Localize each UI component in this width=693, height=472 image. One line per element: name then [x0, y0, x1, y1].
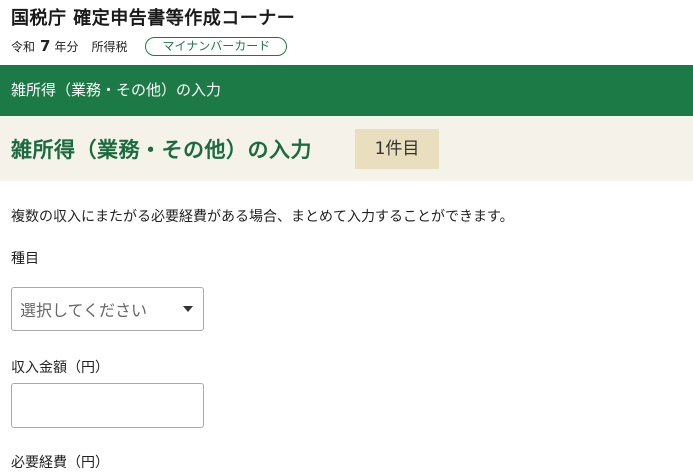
page-title: 雑所得（業務・その他）の入力 [11, 138, 312, 162]
chevron-down-icon [183, 306, 193, 312]
expense-amount-label: 必要経費（円） [11, 455, 109, 471]
tax-year-row: 令和 7 年分 所得税 マイナンバーカード [11, 36, 288, 56]
income-amount-input[interactable] [11, 383, 204, 428]
era-label: 令和 [11, 39, 36, 54]
entry-count-badge: 1件目 [355, 129, 439, 169]
year-suffix: 年分 [54, 39, 79, 54]
mynumber-card-badge: マイナンバーカード [145, 36, 288, 56]
category-select[interactable]: 選択してください [11, 287, 204, 331]
category-label: 種目 [11, 251, 39, 267]
tax-type-label: 所得税 [91, 39, 128, 54]
category-select-placeholder: 選択してください [20, 301, 148, 320]
page-description: 複数の収入にまたがる必要経費がある場合、まとめて入力することができます。 [11, 209, 514, 225]
site-title: 国税庁 確定申告書等作成コーナー [11, 8, 296, 29]
section-header-bar: 雑所得（業務・その他）の入力 [0, 65, 693, 116]
year-number: 7 [40, 37, 51, 55]
income-amount-label: 収入金額（円） [11, 360, 109, 376]
page-title-band: 雑所得（業務・その他）の入力 1件目 [0, 116, 693, 181]
